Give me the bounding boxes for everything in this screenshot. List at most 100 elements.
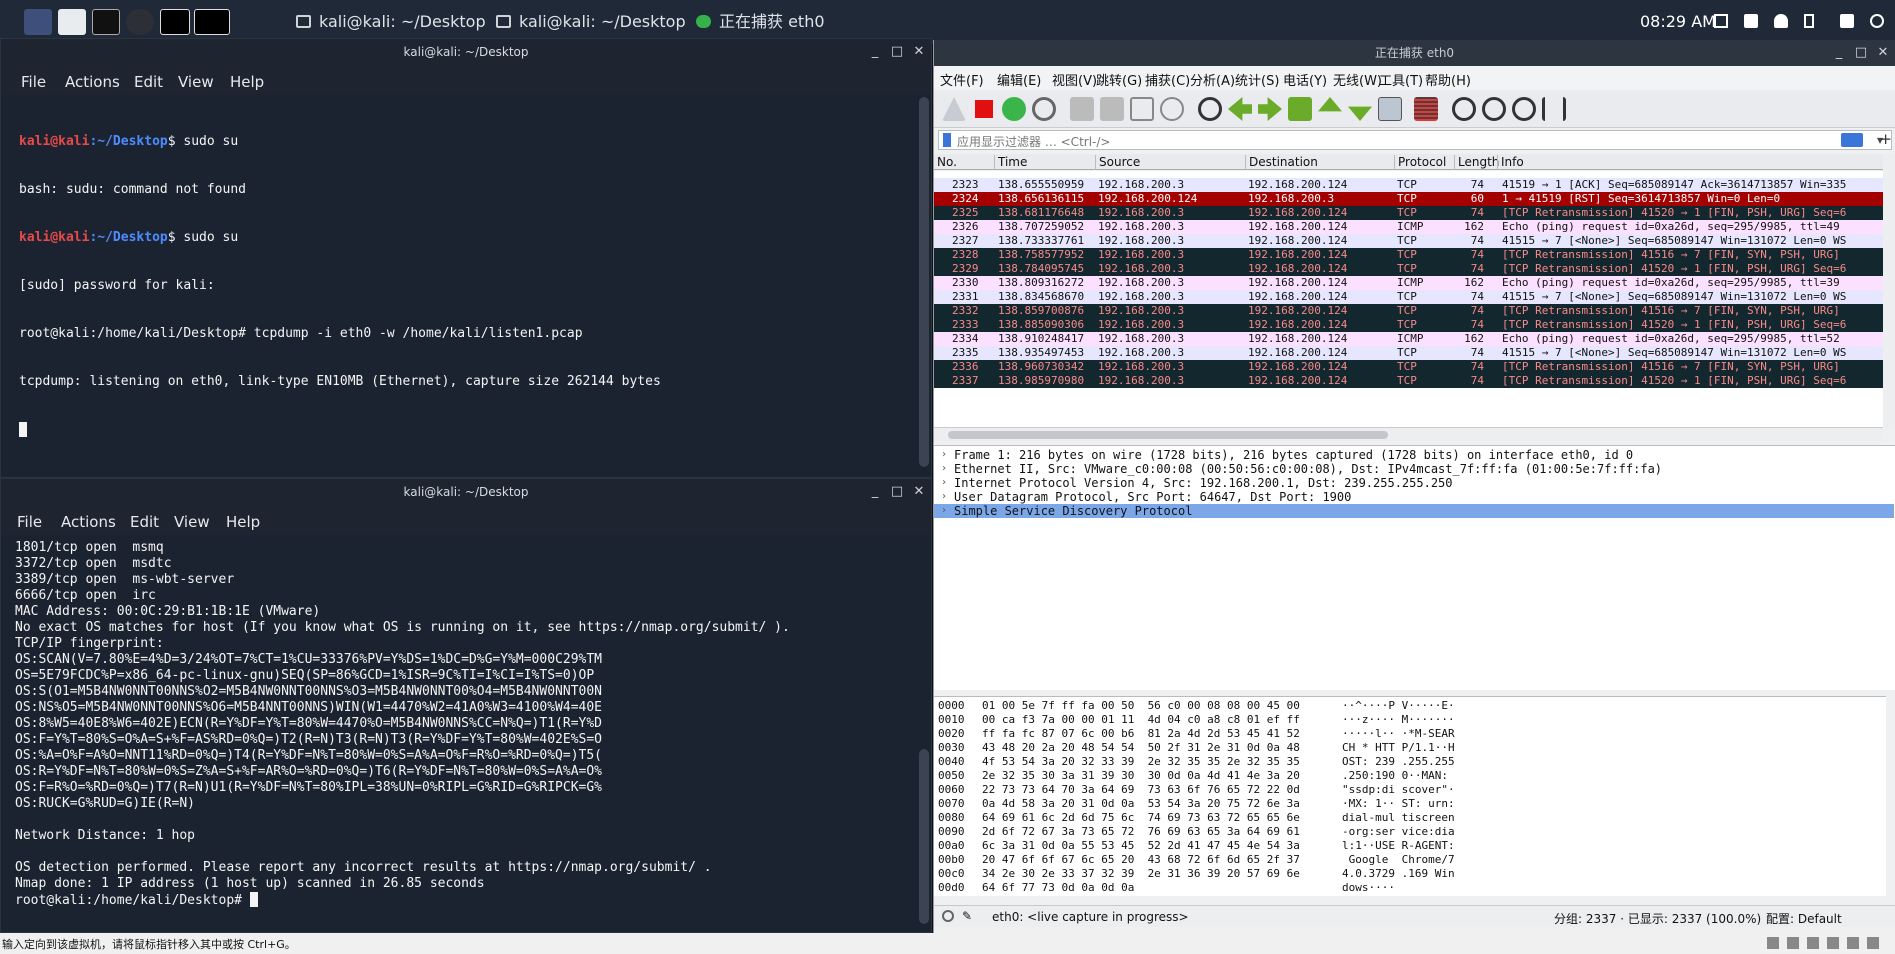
maximize-button[interactable]: □ [1851, 43, 1871, 63]
clock[interactable]: 08:29 AM [1640, 0, 1716, 44]
expand-arrow-icon[interactable]: › [941, 504, 947, 518]
volume-icon[interactable] [1744, 14, 1758, 28]
menu-edit[interactable]: Edit [134, 73, 163, 91]
go-last-icon[interactable] [1348, 106, 1372, 121]
packet-row[interactable]: 2332 138.859700876 192.168.200.3 192.168.20… [934, 304, 1883, 318]
ws-menu-item[interactable]: 工具(T) [1379, 70, 1423, 89]
zoom-in-icon[interactable] [1452, 97, 1476, 121]
ws-menu-item[interactable]: 视图(V) [1052, 70, 1097, 89]
save-file-icon[interactable] [1100, 97, 1124, 121]
task-wireshark[interactable]: 正在捕获 eth0 [696, 8, 825, 36]
expand-arrow-icon[interactable]: › [941, 490, 947, 504]
detail-row[interactable]: › Ethernet II, Src: VMware_c0:00:08 (00:5… [934, 462, 1894, 476]
apply-filter-icon[interactable] [1841, 133, 1863, 147]
lock-icon[interactable] [1840, 14, 1854, 28]
capture-options-icon[interactable] [1032, 97, 1056, 121]
packet-row[interactable]: 2331 138.834568670 192.168.200.3 192.168.20… [934, 290, 1883, 304]
notification-bell-icon[interactable] [1774, 14, 1788, 28]
scroll-thumb[interactable] [948, 431, 1388, 439]
edit-comment-icon[interactable]: ✎ [962, 909, 972, 923]
col-protocol[interactable]: Protocol [1394, 155, 1446, 170]
expand-arrow-icon[interactable]: › [941, 462, 947, 476]
close-button[interactable]: ✕ [1873, 43, 1893, 63]
show-desktop-icon[interactable] [24, 9, 52, 35]
autoscroll-icon[interactable] [1378, 97, 1402, 121]
packet-row[interactable]: 2327 138.733337761 192.168.200.3 192.168.20… [934, 234, 1883, 248]
expand-arrow-icon[interactable]: › [941, 448, 947, 462]
close-button[interactable]: ✕ [909, 42, 929, 62]
menu-help[interactable]: Help [226, 513, 260, 531]
device-icons[interactable] [1767, 937, 1887, 949]
packet-list[interactable]: 2323 138.655550959 192.168.200.3 192.168.20… [934, 171, 1883, 427]
status-ready-icon[interactable] [942, 910, 954, 922]
packet-row[interactable]: 2324 138.656136115 192.168.200.124 192.168.… [934, 192, 1883, 206]
packet-row[interactable]: 2329 138.784095745 192.168.200.3 192.168.20… [934, 262, 1883, 276]
packet-list-hscroll[interactable] [934, 427, 1883, 441]
col-info[interactable]: Info [1497, 155, 1524, 170]
screen-icon[interactable] [1714, 14, 1728, 28]
workspace-1-icon[interactable] [160, 9, 190, 35]
detail-row[interactable]: › Internet Protocol Version 4, Src: 192.1… [934, 476, 1894, 490]
packet-row[interactable]: 2333 138.885090306 192.168.200.3 192.168.20… [934, 318, 1883, 332]
go-forward-icon[interactable] [1258, 97, 1282, 121]
packet-list-vscroll[interactable] [1883, 154, 1895, 427]
terminal-output[interactable]: kali@kali:~/Desktop$ sudo su bash: sudu:… [19, 102, 907, 470]
restart-capture-icon[interactable] [1002, 97, 1026, 121]
ws-menu-item[interactable]: 捕获(C) [1145, 70, 1190, 89]
open-file-icon[interactable] [1070, 97, 1094, 121]
col-time[interactable]: Time [994, 155, 1027, 170]
expand-arrow-icon[interactable]: › [941, 476, 947, 490]
reload-file-icon[interactable] [1160, 97, 1184, 121]
ws-menu-item[interactable]: 电话(Y) [1283, 70, 1327, 89]
wireshark-launcher-icon[interactable] [194, 9, 230, 35]
minimize-button[interactable]: _ [1829, 43, 1849, 63]
ws-menu-item[interactable]: 无线(W) [1333, 70, 1382, 89]
packet-row[interactable]: 2335 138.935497453 192.168.200.3 192.168.20… [934, 346, 1883, 360]
detail-row[interactable]: › User Datagram Protocol, Src Port: 64647… [934, 490, 1894, 504]
menu-file[interactable]: File [17, 513, 42, 531]
task-terminal-2[interactable]: kali@kali: ~/Desktop [496, 8, 686, 36]
packet-row[interactable]: 2325 138.681176648 192.168.200.3 192.168.20… [934, 206, 1883, 220]
zoom-normal-icon[interactable] [1512, 97, 1536, 121]
ws-menu-item[interactable]: 分析(A) [1190, 70, 1235, 89]
packet-row[interactable]: 2326 138.707259052 192.168.200.3 192.168.20… [934, 220, 1883, 234]
packet-row[interactable]: 2328 138.758577952 192.168.200.3 192.168.20… [934, 248, 1883, 262]
packet-row[interactable]: 2336 138.960730342 192.168.200.3 192.168.20… [934, 360, 1883, 374]
start-capture-icon[interactable] [942, 97, 966, 121]
menu-view[interactable]: View [174, 513, 210, 531]
go-to-packet-icon[interactable] [1288, 97, 1312, 121]
task-terminal-1[interactable]: kali@kali: ~/Desktop [296, 8, 486, 36]
menu-help[interactable]: Help [230, 73, 264, 91]
file-manager-icon[interactable] [58, 9, 86, 35]
minimize-button[interactable]: _ [865, 42, 885, 62]
col-destination[interactable]: Destination [1245, 155, 1318, 170]
minimize-button[interactable]: _ [865, 482, 885, 502]
terminal-output[interactable]: 1801/tcp open msmq 3372/tcp open msdtc 338… [15, 540, 907, 908]
terminal-window-bottom[interactable]: kali@kali: ~/Desktop _ □ ✕ File Actions … [0, 478, 932, 933]
terminal-window-top[interactable]: kali@kali: ~/Desktop _ □ ✕ File Actions … [0, 38, 932, 478]
firefox-icon[interactable] [126, 9, 154, 35]
packet-row[interactable]: 2334 138.910248417 192.168.200.3 192.168.20… [934, 332, 1883, 346]
go-back-icon[interactable] [1228, 97, 1252, 121]
find-packet-icon[interactable] [1198, 97, 1222, 121]
menu-actions[interactable]: Actions [61, 513, 116, 531]
col-no[interactable]: No. [934, 155, 957, 170]
ws-menu-item[interactable]: 统计(S) [1235, 70, 1279, 89]
logout-icon[interactable] [1870, 14, 1884, 28]
col-source[interactable]: Source [1095, 155, 1140, 170]
scrollbar[interactable] [919, 749, 929, 924]
ws-menu-item[interactable]: 跳转(G) [1096, 70, 1142, 89]
add-filter-button[interactable]: + [1879, 130, 1892, 148]
packet-row[interactable]: 2323 138.655550959 192.168.200.3 192.168.20… [934, 178, 1883, 192]
bookmark-icon[interactable] [943, 133, 951, 147]
maximize-button[interactable]: □ [887, 42, 907, 62]
packet-bytes[interactable]: 0000 01 00 5e 7f ff fa 00 50 56 c0 00 08 … [934, 696, 1886, 896]
display-filter-input[interactable]: 应用显示过滤器 … <Ctrl-/> ▾ [938, 130, 1892, 150]
battery-icon[interactable] [1804, 14, 1814, 28]
maximize-button[interactable]: □ [887, 482, 907, 502]
go-first-icon[interactable] [1318, 97, 1342, 112]
resize-columns-icon[interactable] [1542, 97, 1566, 121]
packet-row[interactable]: 2330 138.809316272 192.168.200.3 192.168.20… [934, 276, 1883, 290]
zoom-out-icon[interactable] [1482, 97, 1506, 121]
colorize-icon[interactable] [1414, 97, 1438, 121]
